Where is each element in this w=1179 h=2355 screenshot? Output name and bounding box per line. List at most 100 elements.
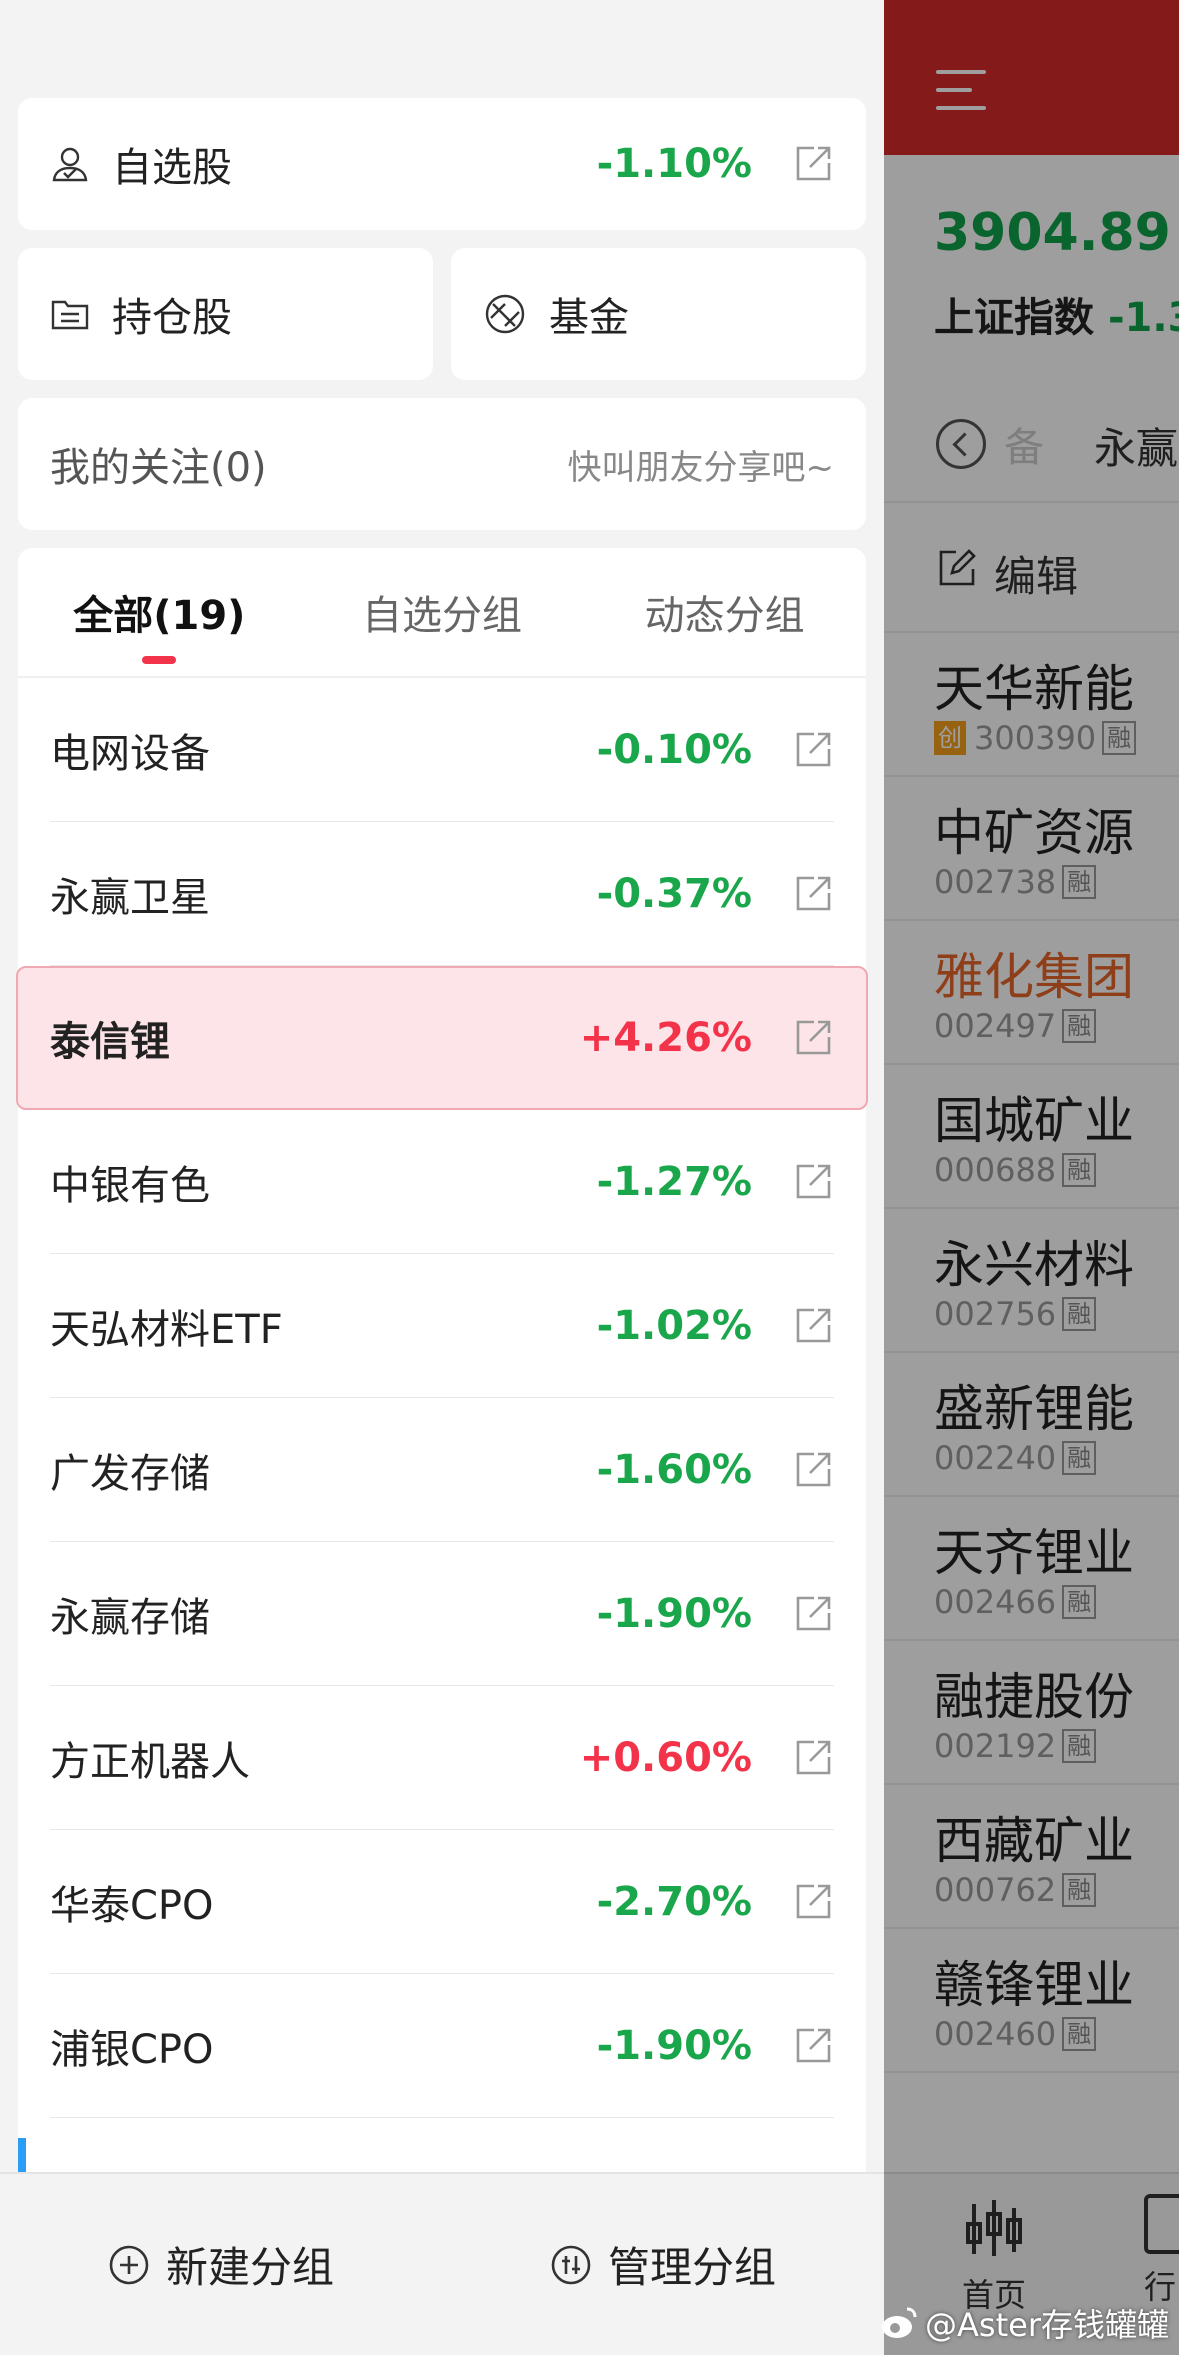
- watermark-text: @Aster存钱罐罐: [925, 2306, 1169, 2344]
- stock-code: 002460: [934, 2015, 1057, 2053]
- stock-row[interactable]: 天齐锂业 002466 融: [884, 1497, 1179, 1641]
- stock-code: 000688: [934, 1151, 1057, 1189]
- margin-badge: 融: [1062, 1297, 1097, 1331]
- background-app: 3904.89 - 上证指数 -1.3 备 永赢 编辑 天华新能创300390融…: [884, 0, 1179, 2355]
- group-row[interactable]: 浦银CPO -1.90%: [18, 1974, 866, 2118]
- margin-badge: 融: [1062, 1873, 1097, 1907]
- group-row[interactable]: 泰信锂 +4.26%: [16, 966, 868, 1110]
- plus-circle-icon: [109, 2245, 149, 2284]
- stock-row[interactable]: 融捷股份 002192 融: [884, 1641, 1179, 1785]
- group-row[interactable]: 永赢卫星 -0.37%: [18, 822, 866, 966]
- stock-row[interactable]: 天华新能创 300390 融: [884, 633, 1179, 777]
- group-list-card: 全部(19) 自选分组 动态分组 电网设备 -0.10% 永赢卫星 -0.37% 泰信锂…: [16, 548, 868, 2355]
- external-link-icon[interactable]: [792, 2025, 834, 2067]
- back-icon[interactable]: [936, 419, 986, 469]
- stock-name: 永兴材料: [934, 1236, 1134, 1294]
- tab-all[interactable]: 全部(19): [18, 548, 301, 676]
- group-name: 永赢存储: [50, 1595, 210, 1641]
- tab-name[interactable]: 永赢: [1094, 415, 1178, 476]
- group-row[interactable]: 电网设备 -0.10%: [18, 678, 866, 822]
- stock-name: 中矿资源: [934, 804, 1134, 862]
- external-link-icon[interactable]: [792, 729, 834, 771]
- external-link-icon[interactable]: [792, 143, 834, 185]
- stock-row[interactable]: 盛新锂能 002240 融: [884, 1353, 1179, 1497]
- stock-code-row: 000688 融: [934, 1151, 1097, 1189]
- fund-icon: [483, 292, 527, 336]
- group-row[interactable]: 广发存储 -1.60%: [18, 1398, 866, 1542]
- stock-row[interactable]: 国城矿业 000688 融: [884, 1065, 1179, 1209]
- external-link-icon[interactable]: [792, 1305, 834, 1347]
- stock-row[interactable]: 永兴材料 002756 融: [884, 1209, 1179, 1353]
- stock-name: 雅化集团: [934, 948, 1134, 1006]
- external-link-icon[interactable]: [792, 1593, 834, 1635]
- follow-card[interactable]: 我的关注(0) 快叫朋友分享吧~: [18, 398, 866, 530]
- margin-badge: 融: [1062, 865, 1097, 899]
- follow-hint: 快叫朋友分享吧~: [567, 447, 835, 488]
- group-change: -1.60%: [596, 1447, 752, 1493]
- tab-dynamic-groups[interactable]: 动态分组: [583, 548, 866, 676]
- external-link-icon[interactable]: [792, 1881, 834, 1923]
- group-name: 华泰CPO: [50, 1883, 214, 1929]
- group-name: 电网设备: [50, 731, 210, 777]
- group-row[interactable]: 永赢存储 -1.90%: [18, 1542, 866, 1686]
- group-tabs: 全部(19) 自选分组 动态分组: [18, 548, 866, 678]
- group-row[interactable]: 天弘材料ETF -1.02%: [18, 1254, 866, 1398]
- funds-card[interactable]: 基金: [451, 248, 866, 380]
- external-link-icon[interactable]: [792, 1737, 834, 1779]
- stock-row[interactable]: 赣锋锂业 002460 融: [884, 1929, 1179, 2073]
- weibo-icon: [882, 2307, 917, 2338]
- chinext-badge: 创: [934, 721, 966, 755]
- nav-home[interactable]: 首页: [949, 2194, 1039, 2316]
- edit-icon: [939, 549, 976, 586]
- group-name: 天弘材料ETF: [50, 1307, 283, 1353]
- holdings-card[interactable]: 持仓股: [18, 248, 433, 380]
- group-name: 方正机器人: [50, 1739, 250, 1785]
- stock-code: 002497: [934, 1007, 1057, 1045]
- stock-code-row: 002738 融: [934, 863, 1097, 901]
- nav-market[interactable]: 行: [1144, 2194, 1179, 2308]
- scroll-indicator: [18, 2138, 26, 2172]
- stock-code: 002240: [934, 1439, 1057, 1477]
- menu-icon[interactable]: [936, 70, 986, 124]
- stock-code: 000762: [934, 1871, 1057, 1909]
- group-tab-strip: 备 永赢: [884, 385, 1179, 503]
- margin-badge: 融: [1062, 2017, 1097, 2051]
- stock-code-row: 002497 融: [934, 1007, 1097, 1045]
- stock-name: 天齐锂业: [934, 1524, 1134, 1582]
- watchlist-change: -1.10%: [596, 141, 752, 187]
- folder-icon: [50, 294, 90, 334]
- group-row[interactable]: 华泰CPO -2.70%: [18, 1830, 866, 1974]
- stock-code: 002756: [934, 1295, 1057, 1333]
- stock-name: 赣锋锂业: [934, 1956, 1134, 2014]
- index-value: 3904.89 -: [934, 203, 1179, 263]
- new-group-label: 新建分组: [165, 2243, 334, 2292]
- margin-badge: 融: [1062, 1441, 1097, 1475]
- new-group-button[interactable]: 新建分组: [0, 2234, 442, 2295]
- external-link-icon[interactable]: [792, 1017, 834, 1059]
- external-link-icon[interactable]: [792, 1161, 834, 1203]
- group-change: -1.27%: [596, 1159, 752, 1205]
- stock-row[interactable]: 雅化集团 002497 融: [884, 921, 1179, 1065]
- follow-title: 我的关注(0): [50, 445, 267, 491]
- watchlist-card[interactable]: 自选股 -1.10%: [18, 98, 866, 230]
- group-change: +4.26%: [579, 1015, 752, 1061]
- group-change: -1.90%: [596, 2023, 752, 2069]
- edit-row[interactable]: 编辑: [884, 503, 1179, 633]
- tab-custom-groups[interactable]: 自选分组: [301, 548, 584, 676]
- group-row[interactable]: 方正机器人 +0.60%: [18, 1686, 866, 1830]
- watchlist-drawer: 自选股 -1.10% 持仓股 基金 我的关注(0) 快叫朋友分享吧~ 全部(19…: [0, 0, 884, 2355]
- index-change: -1.3: [1107, 295, 1179, 341]
- stock-row[interactable]: 西藏矿业 000762 融: [884, 1785, 1179, 1929]
- external-link-icon[interactable]: [792, 1449, 834, 1491]
- external-link-icon[interactable]: [792, 873, 834, 915]
- stock-row[interactable]: 中矿资源 002738 融: [884, 777, 1179, 921]
- manage-group-button[interactable]: 管理分组: [442, 2234, 884, 2295]
- group-name: 浦银CPO: [50, 2027, 214, 2073]
- group-row[interactable]: 中银有色 -1.27%: [18, 1110, 866, 1254]
- index-name: 上证指数: [934, 295, 1094, 341]
- group-name: 泰信锂: [50, 1019, 170, 1065]
- stock-code-row: 002240 融: [934, 1439, 1097, 1477]
- manage-icon: [551, 2245, 591, 2284]
- ghost-tab: 备: [1004, 425, 1044, 471]
- margin-badge: 融: [1062, 1153, 1097, 1187]
